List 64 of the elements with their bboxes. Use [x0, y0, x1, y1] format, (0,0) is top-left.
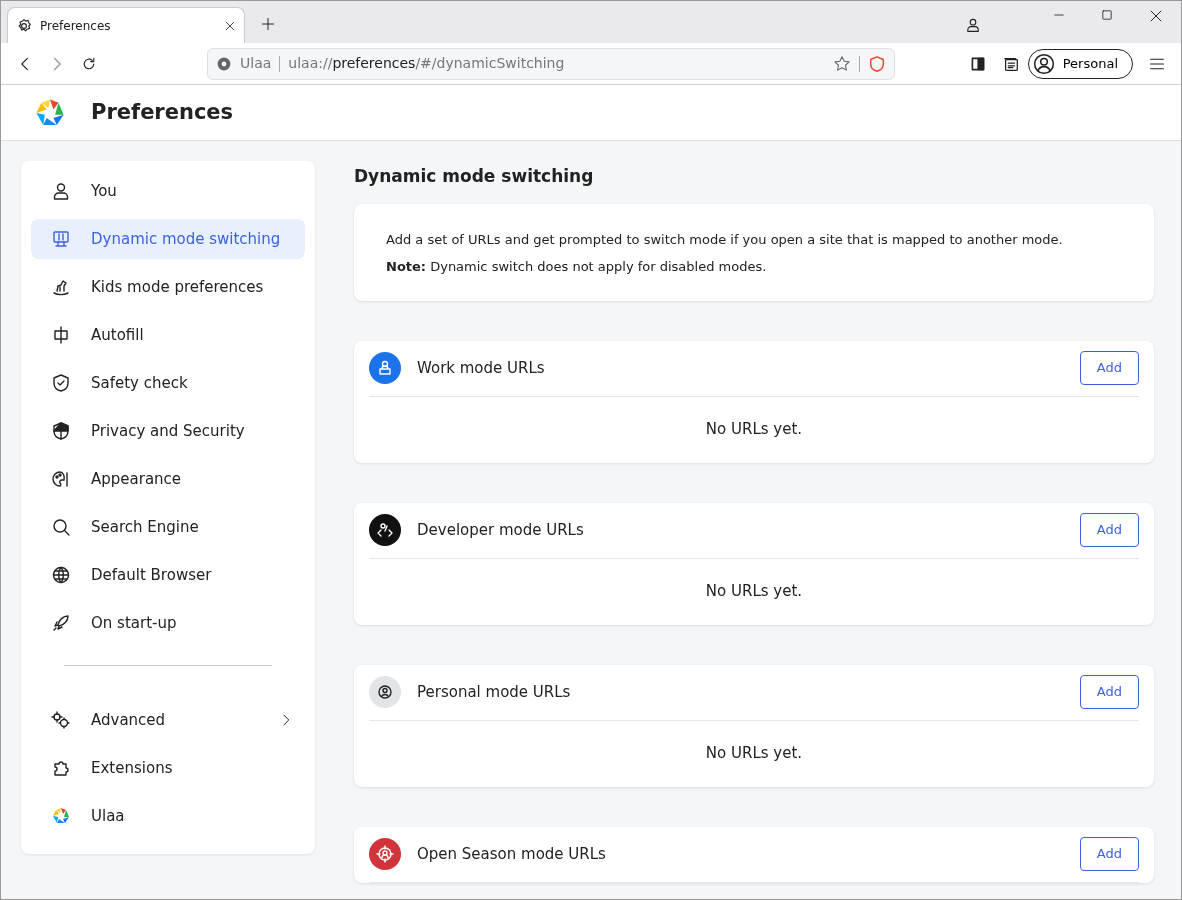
add-button[interactable]: Add	[1079, 675, 1139, 709]
sidebar-item[interactable]: Advanced	[31, 700, 305, 740]
plus-icon	[261, 17, 275, 31]
mode-title: Open Season mode URLs	[417, 843, 607, 865]
sidebar-item[interactable]: Search Engine	[31, 507, 305, 547]
address-text: ulaa://preferences/#/dynamicSwitching	[288, 54, 565, 73]
aperture-icon	[216, 55, 232, 72]
sidebar-item[interactable]: You	[31, 171, 305, 211]
sidebar-item[interactable]: Ulaa	[31, 796, 305, 836]
note-text: Note: Dynamic switch does not apply for disabled modes.	[386, 258, 768, 276]
globe-icon	[51, 565, 71, 585]
person-circle-icon	[375, 682, 395, 702]
settings-icon	[16, 17, 32, 34]
sidebar-item[interactable]: Kids mode preferences	[31, 267, 305, 307]
maximize-icon	[1101, 9, 1113, 21]
address-bar[interactable]: Ulaa ulaa://preferences/#/dynamicSwitching	[207, 47, 895, 80]
monitor-icon	[51, 229, 71, 249]
person-icon	[51, 181, 71, 201]
sidebar-item[interactable]: Extensions	[31, 748, 305, 788]
sidebar-item[interactable]: Safety check	[31, 363, 305, 403]
browser-tab[interactable]: Preferences	[7, 7, 245, 43]
add-button[interactable]: Add	[1079, 837, 1139, 871]
tab-title: Preferences	[40, 17, 112, 35]
logo-icon	[51, 806, 71, 826]
mode-title: Work mode URLs	[417, 357, 546, 379]
sidebar-item[interactable]: Dynamic mode switching	[31, 219, 305, 259]
shield-icon	[51, 421, 71, 441]
sidebar-item[interactable]: Autofill	[31, 315, 305, 355]
sidebar-item[interactable]: Default Browser	[31, 555, 305, 595]
close-icon	[224, 19, 236, 32]
close-icon	[1149, 9, 1163, 23]
palette-icon	[51, 469, 71, 489]
shield-icon	[868, 54, 886, 73]
maximize-button[interactable]	[1101, 9, 1113, 21]
person-circle-icon	[1032, 52, 1055, 75]
mode-title: Developer mode URLs	[417, 519, 585, 541]
person-icon	[965, 17, 981, 33]
empty-message: No URLs yet.	[705, 743, 803, 765]
site-label: Ulaa	[240, 54, 272, 73]
text-cursor-icon	[51, 325, 71, 345]
panel-icon	[969, 55, 986, 72]
sidebar-toggle-icon[interactable]	[969, 55, 986, 72]
add-button[interactable]: Add	[1079, 351, 1139, 385]
close-button[interactable]	[1149, 9, 1163, 23]
new-tab-button[interactable]	[261, 17, 275, 31]
shield-check-icon	[51, 373, 71, 393]
description-text: Add a set of URLs and get prompted to switch mode if you open a site that is mapped to another mode.	[386, 230, 1064, 249]
star-icon	[833, 54, 851, 73]
search-icon	[51, 517, 71, 537]
reload-button[interactable]	[81, 55, 97, 72]
reload-icon	[81, 55, 97, 72]
profile-button[interactable]: Personal	[1027, 48, 1133, 79]
sidebar-item[interactable]: Appearance	[31, 459, 305, 499]
empty-message: No URLs yet.	[705, 419, 803, 441]
page-title: Preferences	[91, 98, 234, 126]
mode-title: Personal mode URLs	[417, 681, 572, 703]
puzzle-icon	[51, 758, 71, 778]
profile-button[interactable]	[965, 17, 981, 33]
section-title: Dynamic mode switching	[354, 165, 595, 188]
add-button[interactable]: Add	[1079, 513, 1139, 547]
sidebar-item[interactable]: Privacy and Security	[31, 411, 305, 451]
sidebar-item[interactable]: On start-up	[31, 603, 305, 643]
target-person-icon	[375, 844, 395, 864]
empty-message: No URLs yet.	[705, 581, 803, 603]
